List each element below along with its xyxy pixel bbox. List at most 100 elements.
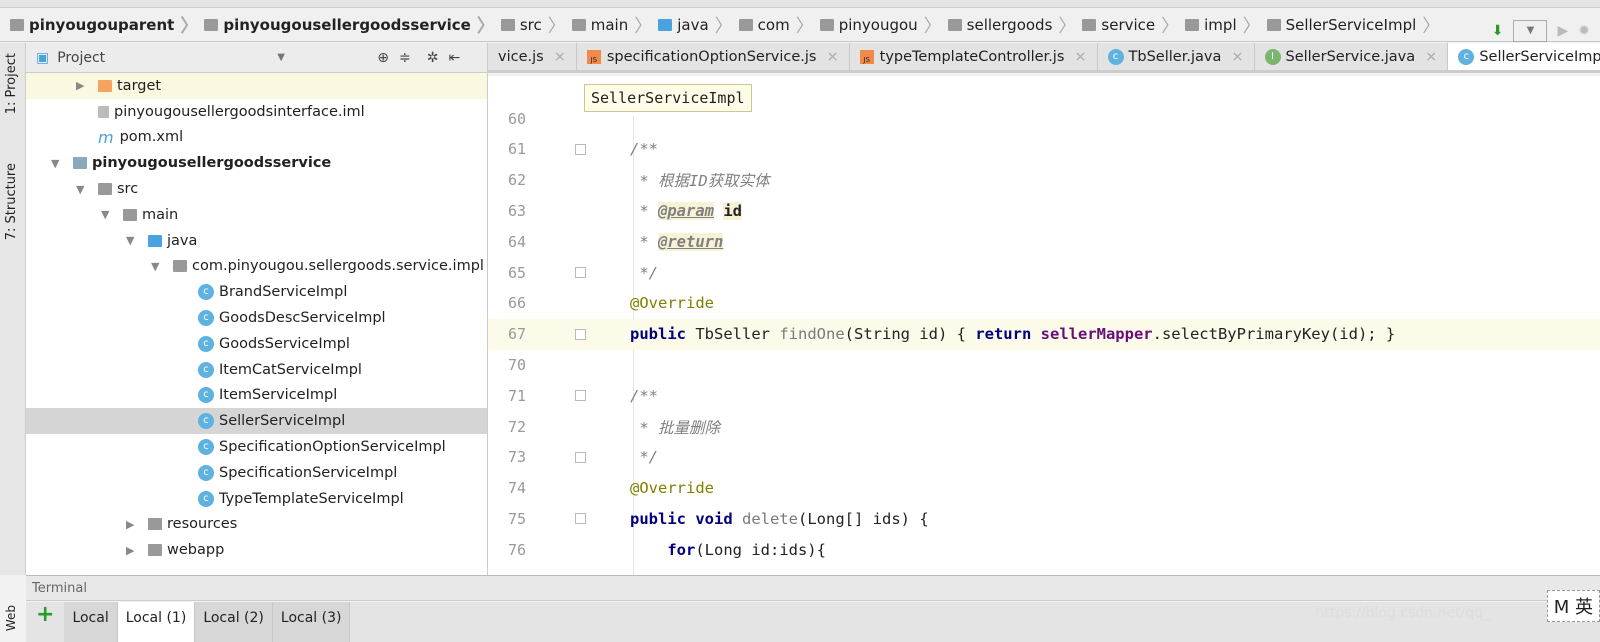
tree-item[interactable]: ▼ pinyougousellergoodsservice xyxy=(26,150,487,176)
breadcrumb-label: src xyxy=(519,15,542,34)
tree-item[interactable]: ▶ resources xyxy=(26,512,487,538)
terminal-tab[interactable]: Local (2) xyxy=(195,602,273,642)
close-icon[interactable]: × xyxy=(826,49,838,65)
debug-icon[interactable]: ✹ xyxy=(1578,23,1590,39)
chevron-right-icon[interactable]: ▶ xyxy=(126,518,138,531)
package-icon xyxy=(1185,18,1200,31)
chevron-down-icon[interactable]: ▼ xyxy=(151,260,163,273)
editor-tab[interactable]: vice.js × xyxy=(488,43,577,70)
editor-tab[interactable]: JS typeTemplateController.js × xyxy=(850,43,1098,70)
breadcrumb-label: java xyxy=(677,15,709,34)
tree-item[interactable]: c BrandServiceImpl xyxy=(26,279,487,305)
locate-icon[interactable]: ⊕ xyxy=(377,50,389,66)
editor-tab[interactable]: cSellerServiceImpl.ja xyxy=(1448,43,1600,70)
folder-icon xyxy=(73,157,87,170)
tree-item[interactable]: ▶ target xyxy=(26,73,487,99)
breadcrumb-item[interactable]: pinyougousellergoodsservice 〉 xyxy=(204,12,495,38)
chevron-down-icon[interactable]: ▼ xyxy=(51,157,63,170)
breadcrumb-item[interactable]: src 〉 xyxy=(500,12,566,38)
project-tool-button[interactable]: 1: Project xyxy=(4,53,19,114)
close-icon[interactable]: × xyxy=(1425,49,1437,65)
fold-marker-icon[interactable] xyxy=(575,390,586,402)
breadcrumb-item[interactable]: com 〉 xyxy=(738,12,814,38)
breadcrumb: pinyougouparent 〉 pinyougousellergoodsserv… xyxy=(0,8,1600,42)
tree-item[interactable]: ▼ java xyxy=(26,228,487,254)
fold-marker-icon[interactable] xyxy=(575,328,586,340)
class-icon: c xyxy=(1107,48,1124,65)
chevron-down-icon[interactable]: ▼ xyxy=(101,208,113,221)
breadcrumb-item[interactable]: main 〉 xyxy=(571,12,652,38)
run-icon[interactable]: ▶ xyxy=(1557,23,1568,39)
fold-marker-icon[interactable] xyxy=(575,451,586,463)
editor-tab[interactable]: c TbSeller.java × xyxy=(1098,43,1255,70)
tree-item[interactable]: c ItemServiceImpl xyxy=(26,383,487,409)
breadcrumb-item[interactable]: sellergoods 〉 xyxy=(947,12,1076,38)
breadcrumb-item[interactable]: impl 〉 xyxy=(1185,12,1261,38)
chevron-right-icon[interactable]: ▶ xyxy=(76,79,88,92)
tree-item[interactable]: c GoodsServiceImpl xyxy=(26,331,487,357)
chevron-down-icon[interactable]: ▼ xyxy=(76,183,88,196)
tree-item[interactable]: m pom.xml xyxy=(26,125,487,151)
line-number: 66 xyxy=(507,294,526,313)
editor-tab[interactable]: I SellerService.java × xyxy=(1255,43,1449,70)
chevron-down-icon[interactable]: ▼ xyxy=(126,234,138,247)
close-icon[interactable]: × xyxy=(554,49,566,65)
title-bar xyxy=(0,0,1600,8)
package-icon xyxy=(738,18,753,31)
class-icon: c xyxy=(198,464,214,481)
breadcrumb-item[interactable]: service 〉 xyxy=(1082,12,1179,38)
project-view-selector[interactable]: Project xyxy=(57,50,277,66)
tooltip: SellerServiceImpl xyxy=(584,84,752,112)
fold-marker-icon[interactable] xyxy=(575,267,586,278)
tree-item[interactable]: c SpecificationServiceImpl xyxy=(26,460,487,486)
hide-icon[interactable]: ⇤ xyxy=(448,50,460,66)
collapse-all-icon[interactable]: ≑ xyxy=(399,50,411,66)
build-icon[interactable]: ⬇ xyxy=(1492,23,1504,39)
view-dropdown-icon[interactable]: ▼ xyxy=(277,52,377,63)
breadcrumb-item[interactable]: pinyougou 〉 xyxy=(819,12,942,38)
breadcrumb-item[interactable]: pinyougouparent 〉 xyxy=(10,12,198,38)
gear-icon[interactable]: ✲ xyxy=(427,50,439,66)
module-folder-icon xyxy=(10,18,24,31)
chevron-right-icon[interactable]: ▶ xyxy=(126,544,138,557)
terminal-tab[interactable]: Local (3) xyxy=(272,602,351,642)
breadcrumb-item[interactable]: java 〉 xyxy=(658,12,733,38)
terminal-tab[interactable]: Local (1) xyxy=(117,602,196,642)
code-line: 74 @Override xyxy=(488,473,1600,504)
class-icon xyxy=(1266,18,1281,31)
new-terminal-button[interactable]: + xyxy=(26,602,64,642)
tree-item[interactable]: c SellerServiceImpl xyxy=(26,408,487,435)
tree-item[interactable]: ▼ src xyxy=(26,176,487,202)
folder-icon xyxy=(571,18,586,31)
tree-item[interactable]: pinyougousellergoodsinterface.iml xyxy=(26,99,487,125)
tree-item[interactable]: c TypeTemplateServiceImpl xyxy=(26,486,487,512)
web-tool-button[interactable]: Web xyxy=(4,605,18,631)
fold-marker-icon[interactable] xyxy=(575,513,586,525)
tree-item[interactable]: ▼ main xyxy=(26,202,487,228)
tree-item[interactable]: ▼ com.pinyougou.sellergoods.service.impl xyxy=(26,254,487,280)
code-editor[interactable]: SellerServiceImpl 60 61/** 62 * 根据ID获取实体 63… xyxy=(488,76,1600,575)
tree-item[interactable]: c ItemCatServiceImpl xyxy=(26,357,487,383)
folder-icon xyxy=(173,260,187,273)
line-number: 74 xyxy=(507,479,526,498)
close-icon[interactable]: × xyxy=(1074,49,1086,65)
tree-item-label: SellerServiceImpl xyxy=(219,413,346,430)
breadcrumb-label: SellerServiceImpl xyxy=(1285,15,1417,34)
tree-item[interactable]: c SpecificationOptionServiceImpl xyxy=(26,434,487,460)
tree-item-label: ItemCatServiceImpl xyxy=(219,361,362,378)
structure-tool-button[interactable]: 7: Structure xyxy=(4,163,19,240)
code-line: 76 for(Long id:ids){ xyxy=(488,534,1600,565)
tab-label: SellerServiceImpl.ja xyxy=(1479,48,1600,65)
tree-item[interactable]: ▶ webapp xyxy=(26,537,487,563)
breadcrumb-item[interactable]: SellerServiceImpl 〉 xyxy=(1266,12,1441,38)
tree-item[interactable]: c GoodsDescServiceImpl xyxy=(26,305,487,331)
chevron-right-icon: 〉 xyxy=(1161,15,1180,37)
terminal-tab[interactable]: Local xyxy=(64,602,118,642)
chevron-right-icon: 〉 xyxy=(1422,15,1441,37)
editor-tab[interactable]: JS specificationOptionService.js × xyxy=(577,43,850,70)
close-icon[interactable]: × xyxy=(1231,49,1243,65)
run-config-dropdown[interactable]: ▼ xyxy=(1513,20,1548,42)
fold-marker-icon[interactable] xyxy=(575,143,586,155)
package-icon xyxy=(1082,18,1097,31)
breadcrumb-label: com xyxy=(757,15,790,34)
